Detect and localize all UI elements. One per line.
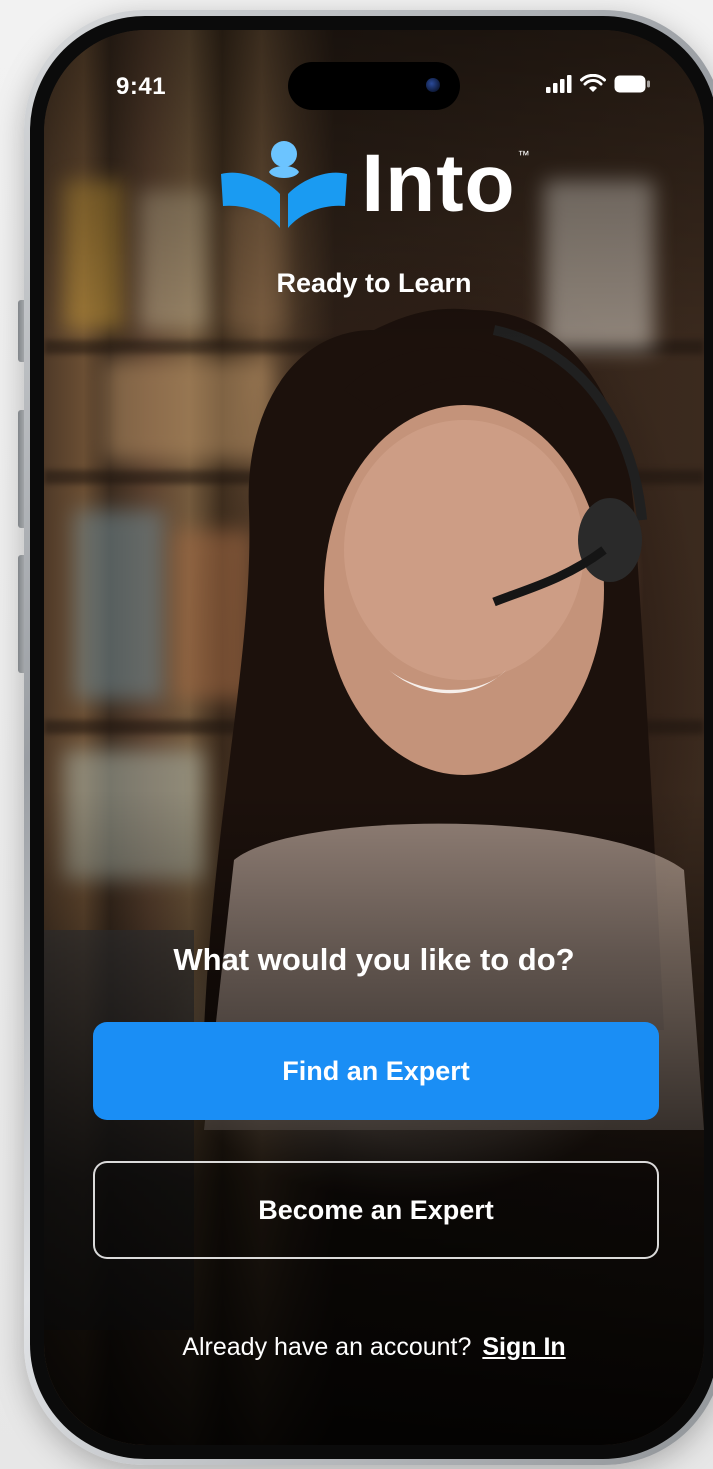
wifi-icon [580, 74, 606, 92]
device-mockup: 9:41 Into ™ Ready to Learn What would yo… [0, 0, 713, 1469]
brand-tagline: Ready to Learn [276, 268, 472, 298]
dynamic-island [288, 62, 460, 110]
prompt-question: What would you like to do? [173, 942, 575, 977]
brand-name: Into ™ [361, 138, 531, 229]
signin-prompt-text: Already have an account? [182, 1333, 472, 1361]
camera-icon [426, 78, 440, 92]
app-screen: 9:41 Into ™ Ready to Learn What would yo… [44, 30, 704, 1445]
find-expert-label: Find an Expert [282, 1055, 470, 1086]
signal-icon [546, 75, 572, 93]
status-icons [546, 74, 650, 94]
person-book-logo-icon [221, 141, 348, 228]
status-time: 9:41 [116, 73, 167, 100]
signin-link[interactable]: Sign In [482, 1333, 565, 1361]
become-expert-button[interactable]: Become an Expert [93, 1161, 659, 1259]
trademark-mark: ™ [517, 148, 531, 162]
become-expert-label: Become an Expert [258, 1194, 494, 1225]
find-expert-button[interactable]: Find an Expert [93, 1022, 659, 1120]
signin-row: Already have an account? Sign In [44, 1333, 704, 1362]
battery-icon [614, 75, 650, 93]
brand-lockup: Into ™ [44, 140, 704, 228]
